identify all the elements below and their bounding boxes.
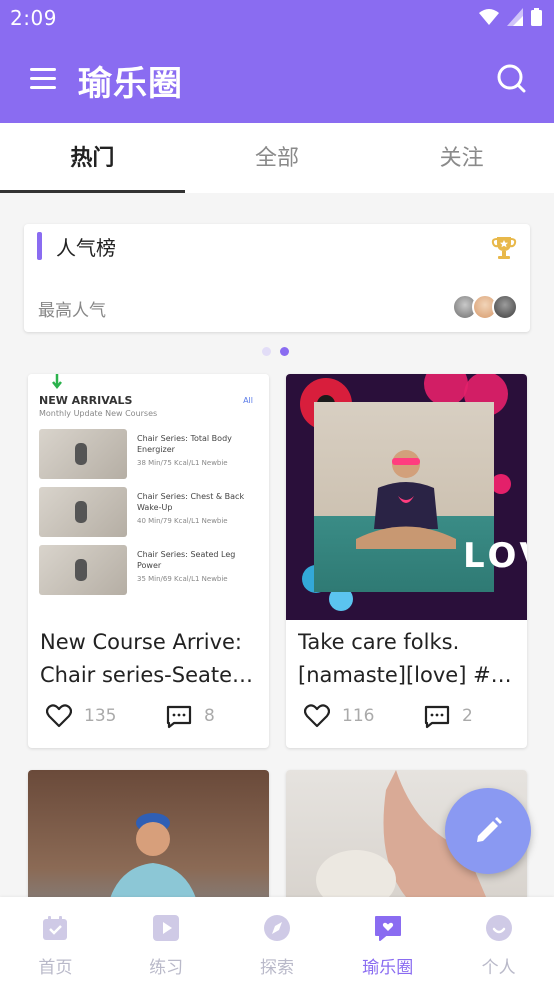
page-title: 瑜乐圈	[78, 64, 183, 104]
smile-icon	[485, 915, 512, 941]
post-card[interactable]: NEW ARRIVALS Monthly Update New Courses …	[28, 374, 269, 748]
nav-label: 首页	[38, 958, 73, 978]
thumb-heading: NEW ARRIVALS	[39, 394, 133, 407]
post-image: NEW ARRIVALS Monthly Update New Courses …	[28, 374, 269, 620]
nav-profile[interactable]: 个人	[443, 897, 554, 984]
carousel-dot[interactable]	[262, 347, 271, 356]
nav-explore[interactable]: 探索	[222, 897, 333, 984]
thumb-all-link: All	[243, 396, 253, 405]
course-meta: 35 Min/69 Kcal/L1 Newbie	[137, 575, 228, 583]
popularity-subtitle: 最高人气	[38, 301, 106, 321]
nav-label: 探索	[259, 958, 294, 978]
wifi-icon	[479, 9, 499, 25]
bottom-nav: 首页 练习 探索 瑜乐圈 个人	[0, 897, 554, 984]
caption-line: New Course Arrive:	[40, 630, 242, 654]
arrow-down-icon	[52, 374, 62, 390]
course-title: Chair Series: Seated Leg Power	[137, 550, 236, 570]
signal-icon	[507, 8, 523, 26]
post-card[interactable]	[28, 770, 269, 897]
post-image	[28, 770, 269, 897]
status-icons	[479, 8, 542, 26]
feed-tabs: 热门 全部 关注	[0, 123, 554, 193]
nav-label: 瑜乐圈	[362, 958, 414, 978]
carousel-dot-active[interactable]	[280, 347, 289, 356]
play-icon	[153, 915, 180, 941]
calendar-icon	[43, 916, 68, 940]
caption-line: Take care folks.	[298, 630, 460, 654]
course-meta: 40 Min/79 Kcal/L1 Newbie	[137, 517, 228, 525]
comment-icon[interactable]	[424, 705, 450, 729]
course-photo	[39, 545, 127, 595]
accent-bar	[37, 232, 42, 260]
status-time: 2:09	[10, 6, 57, 30]
post-caption: Take care folks. [namaste][love] #…	[286, 620, 527, 700]
love-overlay-text: LOVE	[463, 536, 527, 576]
caption-line: [namaste][love] #…	[298, 663, 512, 687]
course-title: Chair Series: Total Body Energizer	[137, 434, 232, 454]
heart-icon[interactable]	[46, 704, 72, 728]
caption-line: Chair series-Seate…	[40, 663, 254, 687]
header: 瑜乐圈	[0, 38, 554, 123]
chat-heart-icon	[374, 916, 401, 941]
trophy-icon	[491, 237, 517, 259]
like-count: 135	[84, 706, 117, 726]
nav-label: 个人	[481, 958, 516, 978]
course-item: Chair Series: Chest & Back Wake-Up 40 Mi…	[39, 487, 254, 537]
status-bar: 2:09	[0, 0, 554, 38]
person-figure	[356, 450, 456, 549]
post-card[interactable]: LOVE Take care folks. [namaste][love] #……	[286, 374, 527, 748]
comment-count: 8	[204, 706, 215, 726]
popularity-card[interactable]: 人气榜 最高人气	[24, 224, 530, 332]
avatar	[492, 294, 518, 320]
battery-icon	[531, 8, 542, 26]
comment-icon[interactable]	[166, 705, 192, 729]
post-stats: 135 8	[28, 702, 269, 732]
tab-hot[interactable]: 热门	[0, 123, 185, 193]
carousel-dots	[262, 347, 289, 356]
post-stats: 116 2	[286, 702, 527, 732]
comment-count: 2	[462, 706, 473, 726]
thumb-subheading: Monthly Update New Courses	[39, 409, 158, 418]
nav-community[interactable]: 瑜乐圈	[332, 897, 443, 984]
edit-icon	[477, 817, 502, 842]
course-photo	[39, 429, 127, 479]
search-icon[interactable]	[496, 63, 526, 93]
compass-icon	[263, 915, 290, 941]
nav-home[interactable]: 首页	[0, 897, 111, 984]
app-bar: 2:09 瑜乐圈	[0, 0, 554, 123]
tab-all[interactable]: 全部	[185, 123, 370, 193]
post-caption: New Course Arrive: Chair series-Seate…	[28, 620, 269, 700]
person-figure	[110, 813, 196, 897]
heart-icon[interactable]	[304, 704, 330, 728]
post-image: LOVE	[286, 374, 527, 620]
course-meta: 38 Min/75 Kcal/L1 Newbie	[137, 459, 228, 467]
compose-post-button[interactable]	[445, 788, 531, 874]
tab-following[interactable]: 关注	[369, 123, 554, 193]
menu-icon[interactable]	[30, 68, 56, 90]
course-item: Chair Series: Total Body Energizer 38 Mi…	[39, 429, 254, 479]
like-count: 116	[342, 706, 375, 726]
course-title: Chair Series: Chest & Back Wake-Up	[137, 492, 245, 512]
top-users-avatars	[452, 294, 518, 320]
nav-practice[interactable]: 练习	[111, 897, 222, 984]
nav-label: 练习	[149, 958, 184, 978]
course-photo	[39, 487, 127, 537]
course-item: Chair Series: Seated Leg Power 35 Min/69…	[39, 545, 254, 595]
popularity-title: 人气榜	[56, 236, 116, 260]
